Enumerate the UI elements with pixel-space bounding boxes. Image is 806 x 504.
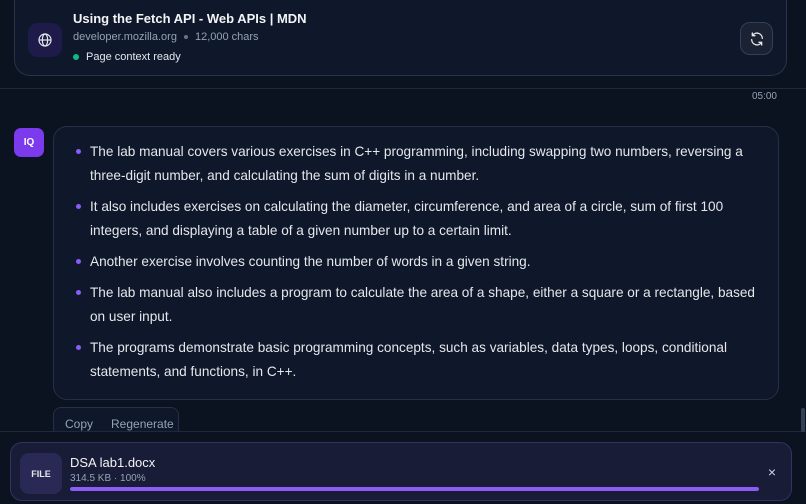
bullet-dot: [76, 149, 81, 154]
bullet-text: Another exercise involves counting the n…: [90, 254, 531, 269]
bullet-dot: [76, 204, 81, 209]
page-domain: developer.mozilla.org: [73, 31, 177, 43]
page-meta: developer.mozilla.org 12,000 chars: [73, 31, 259, 43]
context-status: Page context ready: [73, 51, 181, 63]
context-status-label: Page context ready: [86, 51, 181, 63]
header-divider: [0, 88, 806, 89]
page-context-area: Using the Fetch API - Web APIs | MDN dev…: [0, 0, 806, 88]
file-type-badge: FILE: [20, 453, 62, 494]
bullet-dot: [76, 290, 81, 295]
close-icon[interactable]: ×: [765, 465, 779, 479]
refresh-icon: [750, 31, 763, 46]
scrollbar-thumb[interactable]: [801, 408, 805, 432]
file-attachment: FILE DSA lab1.docx 314.5 KB · 100% ×: [10, 442, 792, 501]
status-indicator: [73, 54, 79, 60]
bullet-item: It also includes exercises on calculatin…: [74, 195, 760, 243]
message-bullet-list: The lab manual covers various exercises …: [74, 140, 760, 384]
bullet-text: The lab manual covers various exercises …: [90, 144, 743, 183]
upload-progress-fill: [70, 487, 759, 491]
upload-progress-bar: [70, 487, 759, 491]
message-timestamp: 05:00: [751, 91, 777, 102]
page-title: Using the Fetch API - Web APIs | MDN: [73, 11, 307, 26]
refresh-button[interactable]: [740, 22, 773, 55]
globe-icon: [28, 23, 62, 57]
bullet-item: The lab manual covers various exercises …: [74, 140, 760, 188]
attachment-divider: [0, 431, 806, 432]
file-name: DSA lab1.docx: [70, 455, 156, 470]
bullet-dot: [76, 259, 81, 264]
bullet-item: The programs demonstrate basic programmi…: [74, 336, 760, 384]
bullet-item: Another exercise involves counting the n…: [74, 250, 760, 274]
page-context-card: Using the Fetch API - Web APIs | MDN dev…: [14, 0, 787, 76]
bullet-text: The programs demonstrate basic programmi…: [90, 340, 727, 379]
assistant-avatar: IQ: [14, 128, 44, 157]
bullet-text: It also includes exercises on calculatin…: [90, 199, 724, 238]
regenerate-button[interactable]: Regenerate: [111, 417, 174, 431]
page-char-count: 12,000 chars: [194, 31, 259, 43]
bullet-item: The lab manual also includes a program t…: [74, 281, 760, 329]
bullet-text: The lab manual also includes a program t…: [90, 285, 755, 324]
copy-button[interactable]: Copy: [65, 417, 93, 431]
bullet-dot: [76, 345, 81, 350]
assistant-message: The lab manual covers various exercises …: [53, 126, 779, 400]
meta-separator: [183, 35, 188, 39]
file-meta: 314.5 KB · 100%: [70, 473, 146, 484]
